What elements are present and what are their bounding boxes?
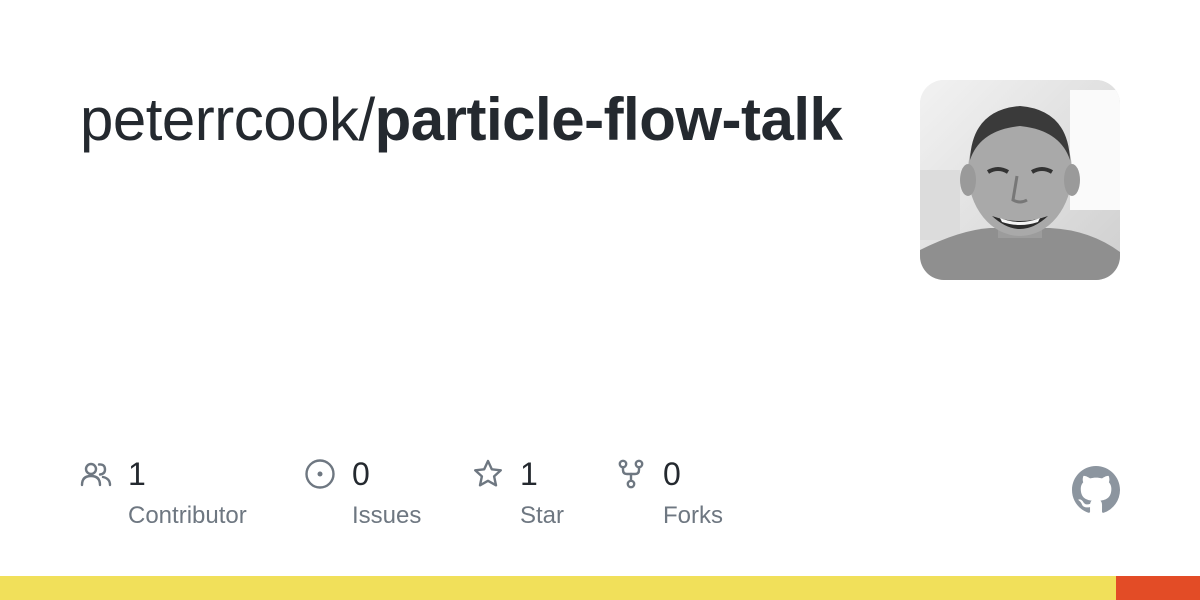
star-icon [474, 459, 502, 487]
forks-label: Forks [663, 502, 723, 529]
issue-circle-icon [305, 459, 335, 489]
avatar-photo [920, 80, 1120, 280]
people-icon [80, 462, 112, 487]
language-bar-segment-0 [0, 576, 1116, 600]
language-bar-segment-1 [1116, 576, 1200, 600]
fork-icon [618, 459, 644, 489]
forks-count: 0 [663, 456, 681, 492]
contributors-label: Contributor [128, 502, 247, 529]
language-bar [0, 576, 1200, 600]
github-logo-icon[interactable] [1072, 466, 1120, 514]
contributors-count: 1 [128, 456, 146, 492]
avatar[interactable] [920, 80, 1120, 280]
repo-name[interactable]: particle-flow-talk [375, 86, 843, 153]
issues-count: 0 [352, 456, 370, 492]
issues-label: Issues [352, 502, 422, 529]
stars-label: Star [520, 502, 565, 529]
repo-owner[interactable]: peterrcook/ [80, 86, 375, 153]
stars-count: 1 [520, 456, 538, 492]
repo-social-card: peterrcook/particle-flow-talk 1 Contribu… [0, 0, 1200, 600]
repo-title[interactable]: peterrcook/particle-flow-talk [80, 84, 860, 156]
